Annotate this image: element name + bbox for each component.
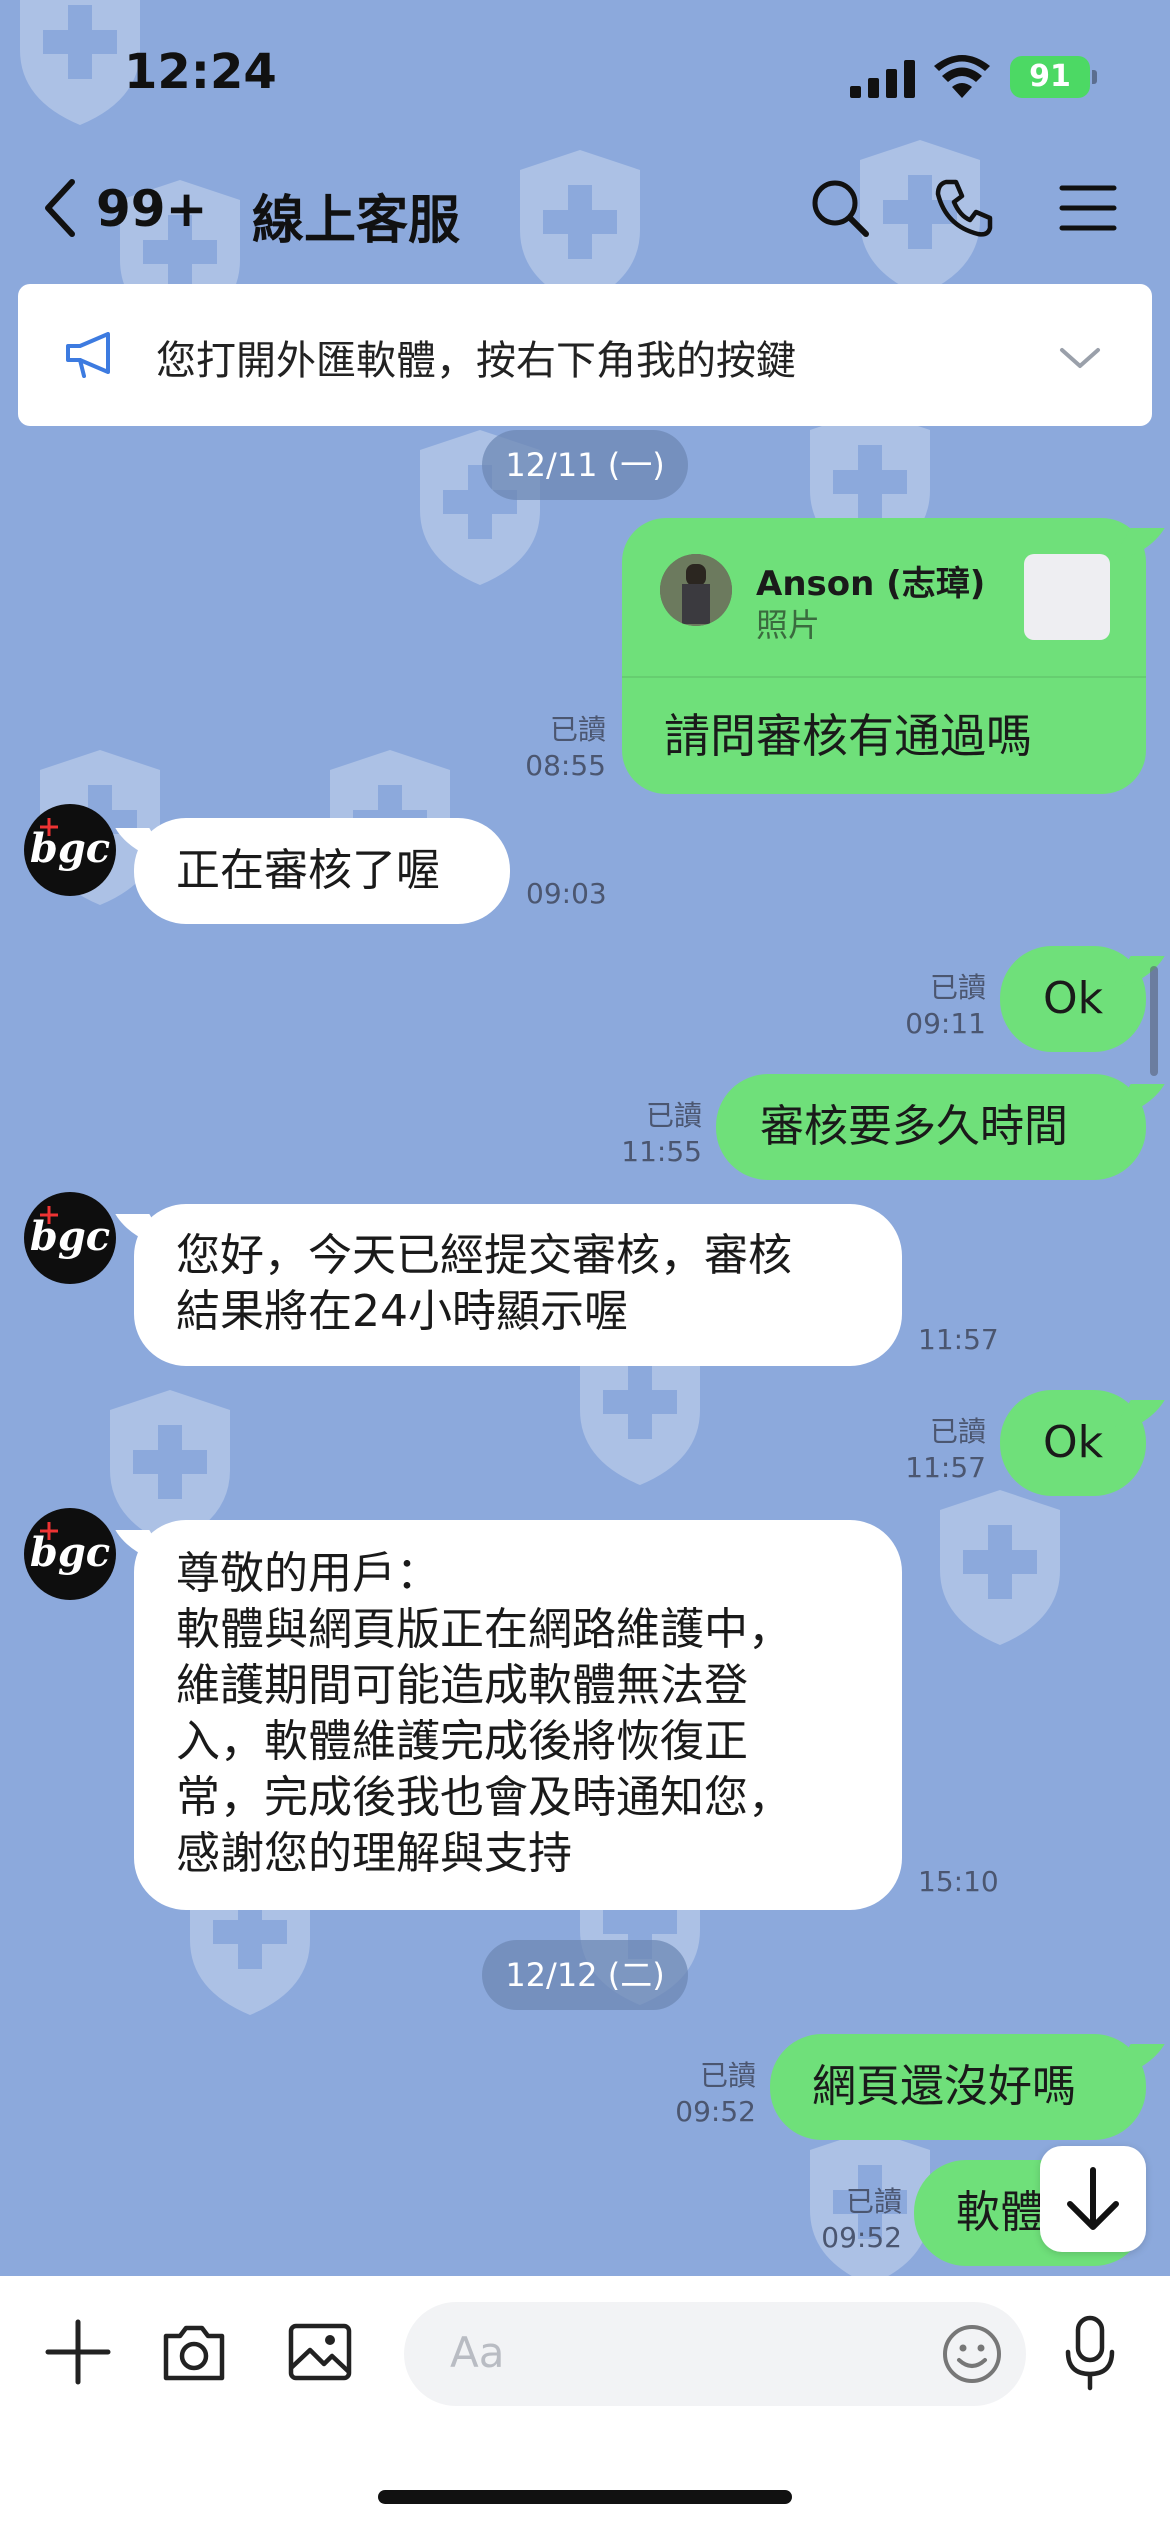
message-time: 09:52 <box>675 2095 756 2128</box>
message-bubble[interactable]: 審核要多久時間 <box>716 1074 1146 1180</box>
reply-divider <box>622 676 1146 678</box>
message-bubble[interactable]: Ok <box>1000 946 1146 1052</box>
message-meta: 已讀 09:52 <box>650 2058 756 2130</box>
message-line: 尊敬的用戶： <box>176 1548 440 1599</box>
megaphone-icon <box>66 332 110 378</box>
home-indicator <box>378 2490 792 2504</box>
announcement-text: 您打開外匯軟體，按右下角我的按鍵 <box>156 338 796 384</box>
read-receipt: 已讀 <box>845 2185 902 2218</box>
message-bubble[interactable]: 正在審核了喔 <box>134 818 510 924</box>
message-time: 08:55 <box>525 749 606 782</box>
message-line: 入，軟體維護完成後將恢復正 <box>176 1716 748 1767</box>
battery-indicator: 91 <box>1010 56 1097 98</box>
message-text: Ok <box>1042 973 1104 1024</box>
signal-icon <box>850 60 915 98</box>
phone-icon[interactable] <box>932 176 996 240</box>
message-line: 常，完成後我也會及時通知您， <box>176 1772 792 1823</box>
avatar[interactable]: bgc <box>24 1508 116 1600</box>
message-time: 11:55 <box>621 1135 702 1168</box>
back-icon[interactable] <box>40 178 80 238</box>
reply-name: Anson (志璋) <box>756 564 986 604</box>
message-text: 請問審核有通過嗎 <box>664 709 1032 763</box>
plus-icon[interactable] <box>44 2318 112 2386</box>
search-icon[interactable] <box>808 176 872 240</box>
message-time: 11:57 <box>918 1323 999 1356</box>
read-receipt: 已讀 <box>645 1099 702 1132</box>
scroll-to-bottom-button[interactable] <box>1040 2146 1146 2252</box>
emoji-icon[interactable] <box>940 2322 1004 2386</box>
scrollbar[interactable] <box>1150 966 1158 1076</box>
unread-count[interactable]: 99+ <box>96 180 207 238</box>
message-line: 感謝您的理解與支持 <box>176 1828 572 1879</box>
read-receipt: 已讀 <box>549 713 606 746</box>
message-text: 審核要多久時間 <box>760 1101 1068 1152</box>
microphone-icon[interactable] <box>1062 2314 1118 2394</box>
read-receipt: 已讀 <box>699 2059 756 2092</box>
message-time: 09:52 <box>821 2221 902 2254</box>
message-meta: 已讀 09:52 <box>796 2184 902 2256</box>
message-line: 結果將在24小時顯示喔 <box>176 1286 628 1337</box>
date-separator: 12/12 (二) <box>482 1940 688 2010</box>
camera-icon[interactable] <box>160 2318 228 2386</box>
message-meta: 已讀 08:55 <box>500 712 606 784</box>
read-receipt: 已讀 <box>929 1415 986 1448</box>
message-text: 軟體 <box>956 2187 1044 2238</box>
image-icon[interactable] <box>286 2318 354 2386</box>
message-text: Ok <box>1042 1417 1104 1468</box>
message-line: 軟體與網頁版正在網路維護中， <box>176 1604 792 1655</box>
read-receipt: 已讀 <box>929 971 986 1004</box>
avatar[interactable]: bgc <box>24 1192 116 1284</box>
status-time: 12:24 <box>124 44 277 100</box>
message-line: 您好，今天已經提交審核，審核 <box>176 1230 792 1281</box>
menu-icon[interactable] <box>1056 176 1120 240</box>
message-time: 15:10 <box>918 1865 999 1898</box>
chevron-down-icon[interactable] <box>1058 344 1102 372</box>
wifi-icon <box>934 55 990 98</box>
message-meta: 已讀 11:57 <box>880 1414 986 1486</box>
message-bubble[interactable]: Ok <box>1000 1390 1146 1496</box>
message-text: 網頁還沒好嗎 <box>812 2061 1076 2112</box>
date-separator: 12/11 (一) <box>482 430 688 500</box>
message-meta: 已讀 09:11 <box>880 970 986 1042</box>
message-bubble[interactable]: 尊敬的用戶： 軟體與網頁版正在網路維護中， 維護期間可能造成軟體無法登 入，軟體… <box>134 1520 902 1910</box>
message-bubble[interactable]: 網頁還沒好嗎 <box>770 2034 1146 2140</box>
arrow-down-icon <box>1067 2167 1119 2230</box>
message-bubble[interactable]: 您好，今天已經提交審核，審核 結果將在24小時顯示喔 <box>134 1204 902 1366</box>
message-time: 11:57 <box>905 1451 986 1484</box>
message-time: 09:11 <box>905 1007 986 1040</box>
message-text: 正在審核了喔 <box>176 845 440 896</box>
reply-subtitle: 照片 <box>756 606 821 644</box>
reply-thumbnail <box>1024 554 1110 640</box>
chat-title: 線上客服 <box>252 191 461 251</box>
message-meta: 已讀 11:55 <box>596 1098 702 1170</box>
message-line: 維護期間可能造成軟體無法登 <box>176 1660 748 1711</box>
message-time: 09:03 <box>526 877 607 910</box>
message-input-placeholder: Aa <box>450 2328 505 2377</box>
avatar[interactable]: bgc <box>24 804 116 896</box>
reply-avatar <box>660 554 732 626</box>
